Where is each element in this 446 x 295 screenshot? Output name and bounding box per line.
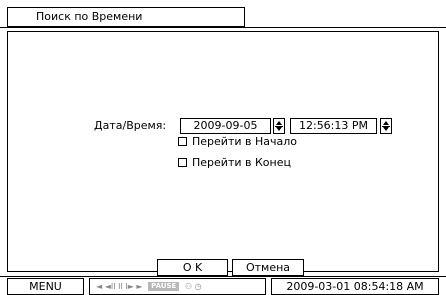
system-datetime: 2009-03-01 08:54:18 AM [271, 278, 439, 295]
goto-end-label: Перейти в Конец [192, 156, 291, 169]
goto-start-label: Перейти в Начало [192, 135, 297, 148]
playback-controls[interactable]: ◄ ◄II II I► ► PAUSE ⚇ ◷ [89, 278, 266, 295]
status-icons: ⚇ ◷ [184, 282, 202, 291]
menu-button[interactable]: MENU [7, 278, 84, 295]
goto-end-checkbox[interactable] [178, 158, 187, 167]
playback-icons[interactable]: ◄ ◄II II I► ► [96, 282, 143, 291]
cancel-button[interactable]: Отмена [232, 259, 304, 276]
date-field[interactable]: 2009-09-05 [180, 118, 271, 134]
datetime-label: Дата/Время: [94, 119, 167, 132]
title-divider [0, 27, 446, 28]
dialog-title: Поиск по Времени [7, 7, 245, 27]
dialog-panel: Дата/Время: 2009-09-05 12:56:13 PM Перей… [7, 31, 439, 276]
spin-up-icon[interactable] [276, 121, 282, 125]
pause-badge: PAUSE [148, 282, 180, 291]
spin-down-icon[interactable] [383, 127, 389, 131]
goto-start-checkbox[interactable] [178, 137, 187, 146]
time-field[interactable]: 12:56:13 PM [290, 118, 377, 134]
goto-start-option[interactable]: Перейти в Начало [178, 135, 297, 149]
statusbar-divider [0, 276, 446, 277]
spin-down-icon[interactable] [276, 127, 282, 131]
goto-end-option[interactable]: Перейти в Конец [178, 156, 291, 170]
date-spinner[interactable] [273, 118, 285, 134]
ok-button[interactable]: O K [157, 259, 228, 276]
time-spinner[interactable] [380, 118, 392, 134]
spin-up-icon[interactable] [383, 121, 389, 125]
